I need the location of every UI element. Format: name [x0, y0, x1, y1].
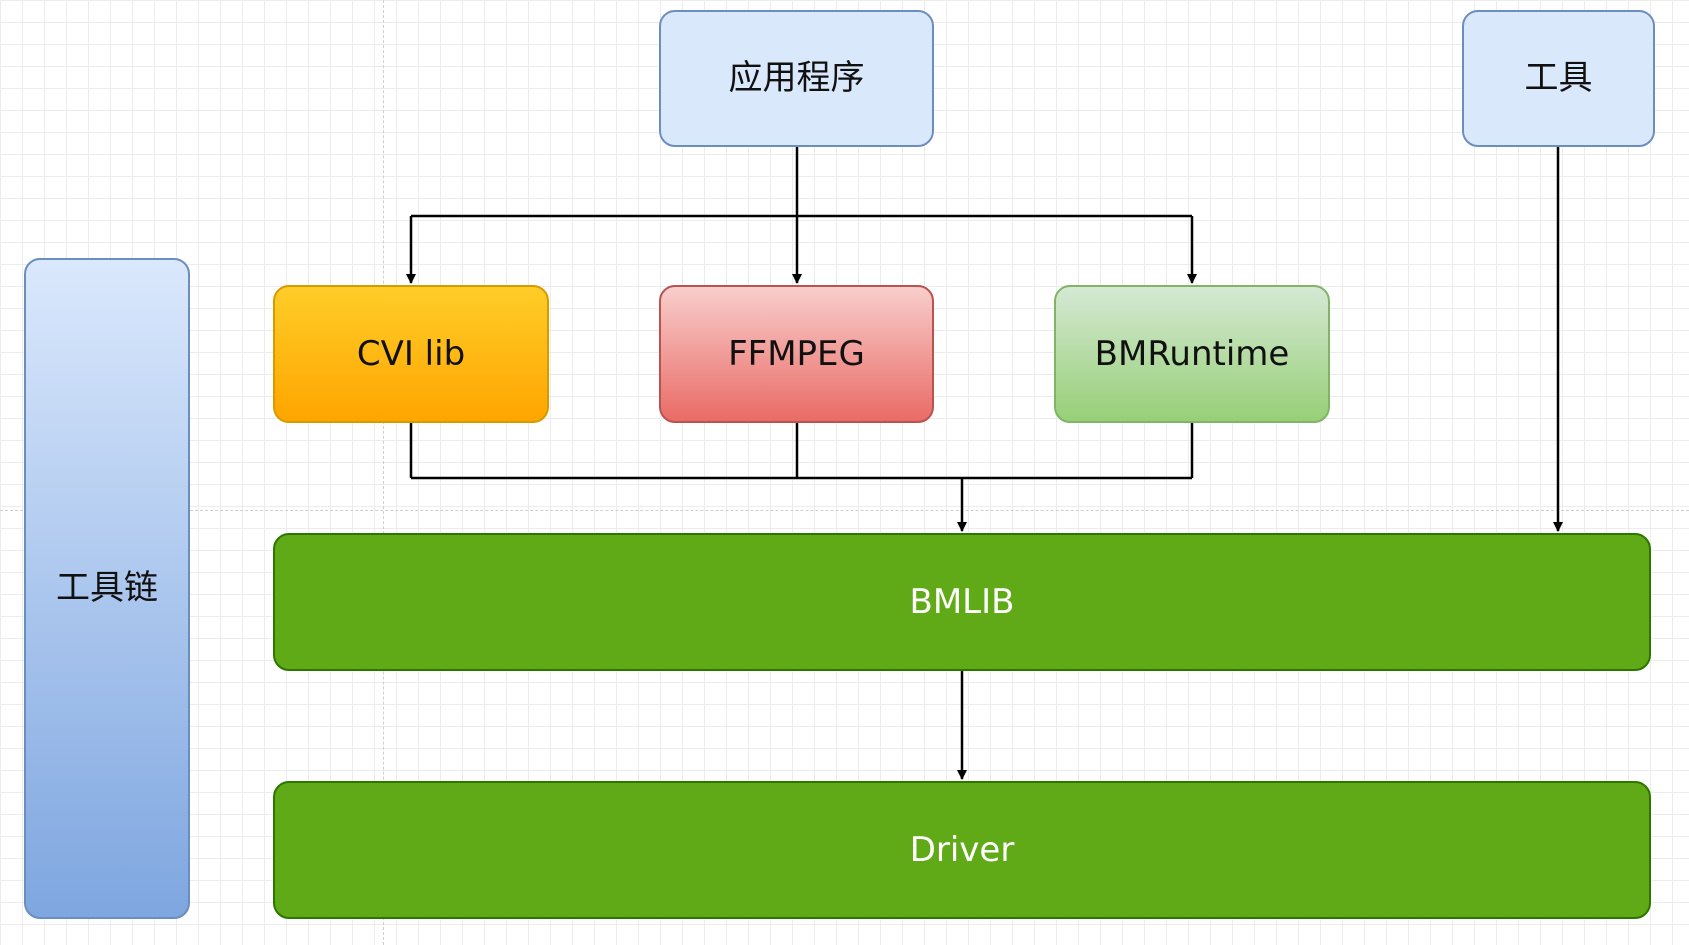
- toolchain-label: 工具链: [56, 568, 158, 609]
- cvi-lib-node: CVI lib: [273, 285, 549, 423]
- toolchain-node: 工具链: [24, 258, 190, 919]
- cvi-lib-label: CVI lib: [356, 333, 466, 374]
- application-node: 应用程序: [659, 10, 934, 147]
- tools-node: 工具: [1462, 10, 1655, 147]
- application-label: 应用程序: [728, 58, 865, 99]
- bmlib-label: BMLIB: [909, 581, 1015, 622]
- driver-label: Driver: [909, 829, 1015, 870]
- ffmpeg-label: FFMPEG: [728, 333, 865, 374]
- bmlib-node: BMLIB: [273, 533, 1651, 671]
- diagram-canvas: 应用程序 工具 工具链 CVI lib FFMPEG BMRuntime BML…: [0, 0, 1689, 945]
- bmruntime-label: BMRuntime: [1094, 333, 1290, 374]
- horizontal-guide-line: [0, 510, 1689, 511]
- ffmpeg-node: FFMPEG: [659, 285, 934, 423]
- tools-label: 工具: [1524, 58, 1593, 99]
- driver-node: Driver: [273, 781, 1651, 919]
- bmruntime-node: BMRuntime: [1054, 285, 1330, 423]
